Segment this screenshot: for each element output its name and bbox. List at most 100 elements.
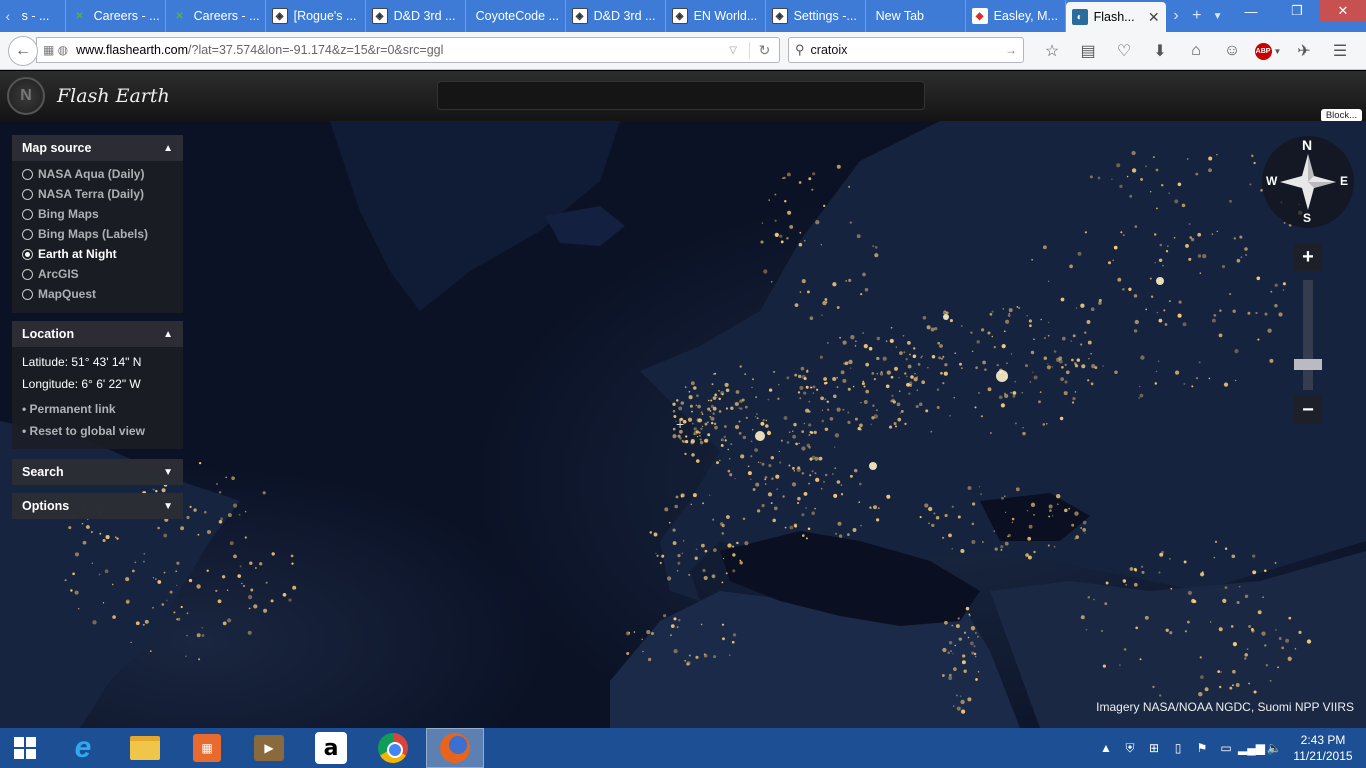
tab-9[interactable]: New Tab — [866, 0, 966, 32]
map-view[interactable]: + Imagery NASA/NOAA NGDC, Suomi NPP VIIR… — [0, 121, 1366, 728]
city-light — [742, 435, 747, 440]
map-source-option-arcgis[interactable]: ArcGIS — [12, 264, 183, 284]
chrome-icon[interactable] — [364, 728, 422, 768]
bookmark-star-icon[interactable]: ☆ — [1034, 37, 1070, 65]
city-light — [633, 631, 636, 633]
city-light — [856, 234, 861, 239]
options-header[interactable]: Options ▼ — [12, 493, 183, 519]
downloads-icon[interactable]: ⬇ — [1142, 37, 1178, 65]
new-tab-icon[interactable]: + — [1186, 0, 1207, 32]
city-light — [847, 387, 851, 391]
tab-label: EN World... — [693, 9, 758, 23]
restore-icon[interactable]: ❐ — [1274, 0, 1320, 22]
extension-icon[interactable]: ✈ — [1286, 37, 1322, 65]
zoom-in-button[interactable]: + — [1294, 243, 1322, 271]
city-light — [1091, 363, 1096, 369]
tab-4[interactable]: ◈ D&D 3rd ... — [366, 0, 466, 32]
map-source-option-nasa-terra[interactable]: NASA Terra (Daily) — [12, 184, 183, 204]
tab-10[interactable]: ◆ Easley, M... — [966, 0, 1066, 32]
tab-0[interactable]: s - ... — [16, 0, 66, 32]
city-light — [803, 491, 808, 496]
start-button[interactable] — [0, 728, 50, 768]
city-light — [288, 598, 292, 602]
zoom-slider-track[interactable] — [1303, 280, 1313, 390]
menu-icon[interactable]: ☰ — [1322, 37, 1358, 65]
tab-label: D&D 3rd ... — [593, 9, 656, 23]
search-go-icon[interactable]: → — [1005, 43, 1017, 57]
city-light — [807, 527, 811, 530]
map-source-header[interactable]: Map source ▲ — [12, 135, 183, 161]
calendar-app-icon[interactable]: ▦ — [178, 728, 236, 768]
flash-earth-logo-icon[interactable]: N — [7, 77, 45, 115]
compass-rose[interactable]: N E S W — [1262, 136, 1354, 228]
hello-icon[interactable]: ☺ — [1214, 37, 1250, 65]
city-light — [1016, 306, 1019, 308]
windows-update-icon[interactable]: ⊞ — [1142, 741, 1166, 755]
tab-3[interactable]: ◈ [Rogue's ... — [266, 0, 366, 32]
back-button[interactable]: ← — [8, 36, 38, 66]
map-source-option-bing[interactable]: Bing Maps — [12, 204, 183, 224]
history-dropdown-icon[interactable]: ▽ — [729, 45, 737, 56]
browser-tab-strip: ‹ s - ... ✕ Careers - ... ✕ Careers - ... … — [0, 0, 1366, 32]
city-light — [847, 533, 850, 536]
city-light — [718, 410, 722, 413]
city-light — [1139, 393, 1144, 398]
tab-scroll-left-icon[interactable]: ‹ — [0, 0, 16, 32]
city-light — [1261, 631, 1266, 636]
close-tab-icon[interactable]: ✕ — [1148, 9, 1160, 26]
url-bar[interactable]: ▦ ◍ www.flashearth.com/?lat=37.574&lon=-… — [36, 37, 780, 63]
map-source-option-nasa-aqua[interactable]: NASA Aqua (Daily) — [12, 164, 183, 184]
city-light — [1074, 511, 1079, 516]
tab-2[interactable]: ✕ Careers - ... — [166, 0, 266, 32]
page-info-icon[interactable]: ▦ ◍ — [43, 43, 68, 57]
clock[interactable]: 2:43 PM 11/21/2015 — [1286, 732, 1360, 764]
collapse-arrow-icon[interactable]: ▲ — [163, 143, 173, 154]
zoom-out-button[interactable]: − — [1294, 396, 1322, 424]
city-light — [1159, 694, 1162, 697]
device-icon[interactable]: ▯ — [1166, 741, 1190, 755]
city-light — [1074, 391, 1077, 393]
expand-arrow-icon[interactable]: ▼ — [163, 501, 173, 512]
search-header[interactable]: Search ▼ — [12, 459, 183, 485]
expand-arrow-icon[interactable]: ▼ — [163, 467, 173, 478]
adblock-plus-icon[interactable]: ABP ▼ — [1250, 37, 1286, 65]
minimize-icon[interactable]: — — [1228, 0, 1274, 22]
close-window-icon[interactable]: ✕ — [1320, 0, 1366, 22]
collapse-arrow-icon[interactable]: ▲ — [163, 329, 173, 340]
location-header[interactable]: Location ▲ — [12, 321, 183, 347]
tab-6[interactable]: ◈ D&D 3rd ... — [566, 0, 666, 32]
map-source-option-bing-labels[interactable]: Bing Maps (Labels) — [12, 224, 183, 244]
firefox-icon[interactable] — [426, 728, 484, 768]
city-light — [142, 623, 145, 626]
location-search-box[interactable] — [437, 81, 925, 110]
tab-7[interactable]: ◈ EN World... — [666, 0, 766, 32]
pocket-icon[interactable]: ♡ — [1106, 37, 1142, 65]
file-explorer-icon[interactable] — [116, 728, 174, 768]
tab-active-flash-earth[interactable]: ◐ Flash... ✕ — [1065, 2, 1166, 32]
city-light — [1232, 309, 1236, 313]
amazon-icon[interactable]: a — [302, 728, 360, 768]
reading-list-icon[interactable]: ▤ — [1070, 37, 1106, 65]
tab-1[interactable]: ✕ Careers - ... — [66, 0, 166, 32]
tab-8[interactable]: ◈ Settings -... — [766, 0, 866, 32]
video-app-icon[interactable]: ▶ — [240, 728, 298, 768]
internet-explorer-icon[interactable]: e — [54, 728, 112, 768]
tab-scroll-right-icon[interactable]: › — [1166, 0, 1187, 32]
search-input[interactable] — [810, 43, 1001, 57]
map-source-option-earth-at-night[interactable]: Earth at Night — [12, 244, 183, 264]
show-hidden-icons-icon[interactable]: ▲ — [1094, 741, 1118, 755]
search-bar[interactable]: ⚲ → — [788, 37, 1024, 63]
list-all-tabs-icon[interactable]: ▼ — [1207, 0, 1228, 32]
security-icon[interactable]: ⛨ — [1118, 741, 1142, 756]
permanent-link[interactable]: • Permanent link — [12, 398, 183, 420]
zoom-slider-thumb[interactable] — [1294, 359, 1322, 371]
action-center-flag-icon[interactable]: ⚑ — [1190, 741, 1214, 755]
volume-icon[interactable]: 🔈 — [1262, 741, 1286, 755]
map-source-option-mapquest[interactable]: MapQuest — [12, 284, 183, 304]
reload-icon[interactable]: ↻ — [749, 41, 779, 59]
power-icon[interactable]: ▭ — [1214, 741, 1238, 755]
tab-5[interactable]: CoyoteCode ... — [466, 0, 566, 32]
network-signal-icon[interactable]: ▂▄▆ — [1238, 741, 1265, 755]
reset-global-view-link[interactable]: • Reset to global view — [12, 420, 183, 442]
home-icon[interactable]: ⌂ — [1178, 37, 1214, 65]
